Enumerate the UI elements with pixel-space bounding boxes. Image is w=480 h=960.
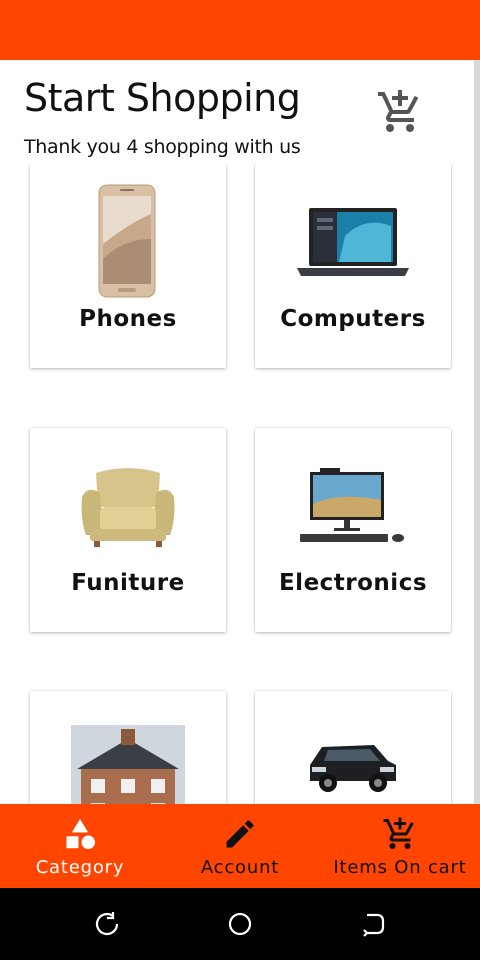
status-bar [0, 0, 480, 60]
nav-label-category: Category [35, 857, 125, 878]
category-card-funiture[interactable]: Funiture [30, 428, 226, 632]
shapes-icon [62, 816, 98, 852]
category-grid: Phones Computers Funiture Electronics [0, 164, 474, 804]
scrollbar[interactable] [474, 60, 480, 804]
add-shopping-cart-icon [382, 816, 418, 852]
bottom-navigation: Category Account Items On cart [0, 804, 480, 888]
system-navigation-bar [0, 888, 480, 960]
nav-label-items-on-cart: Items On cart [333, 857, 467, 878]
pencil-icon [222, 816, 258, 852]
laptop-image [255, 182, 451, 302]
desktop-computer-image [255, 446, 451, 566]
house-image [30, 725, 226, 804]
page-title: Start Shopping [24, 76, 301, 120]
category-card-house[interactable] [30, 691, 226, 804]
category-card-car[interactable] [255, 691, 451, 804]
category-label: Phones [79, 306, 177, 332]
home-icon[interactable] [226, 910, 254, 938]
car-image [255, 739, 451, 804]
nav-label-account: Account [200, 857, 280, 878]
recent-apps-icon[interactable] [93, 910, 121, 938]
page-subtitle: Thank you 4 shopping with us [24, 136, 301, 158]
category-label: Funiture [71, 570, 185, 596]
category-label: Computers [280, 306, 426, 332]
add-shopping-cart-icon[interactable] [376, 88, 424, 136]
armchair-image [30, 446, 226, 566]
category-card-phones[interactable]: Phones [30, 164, 226, 368]
category-card-electronics[interactable]: Electronics [255, 428, 451, 632]
nav-account[interactable]: Account [160, 804, 320, 888]
category-card-computers[interactable]: Computers [255, 164, 451, 368]
smartphone-image [30, 182, 226, 302]
nav-items-on-cart[interactable]: Items On cart [320, 804, 480, 888]
back-icon[interactable] [359, 910, 387, 938]
category-label: Electronics [278, 570, 428, 596]
nav-category[interactable]: Category [0, 804, 160, 888]
